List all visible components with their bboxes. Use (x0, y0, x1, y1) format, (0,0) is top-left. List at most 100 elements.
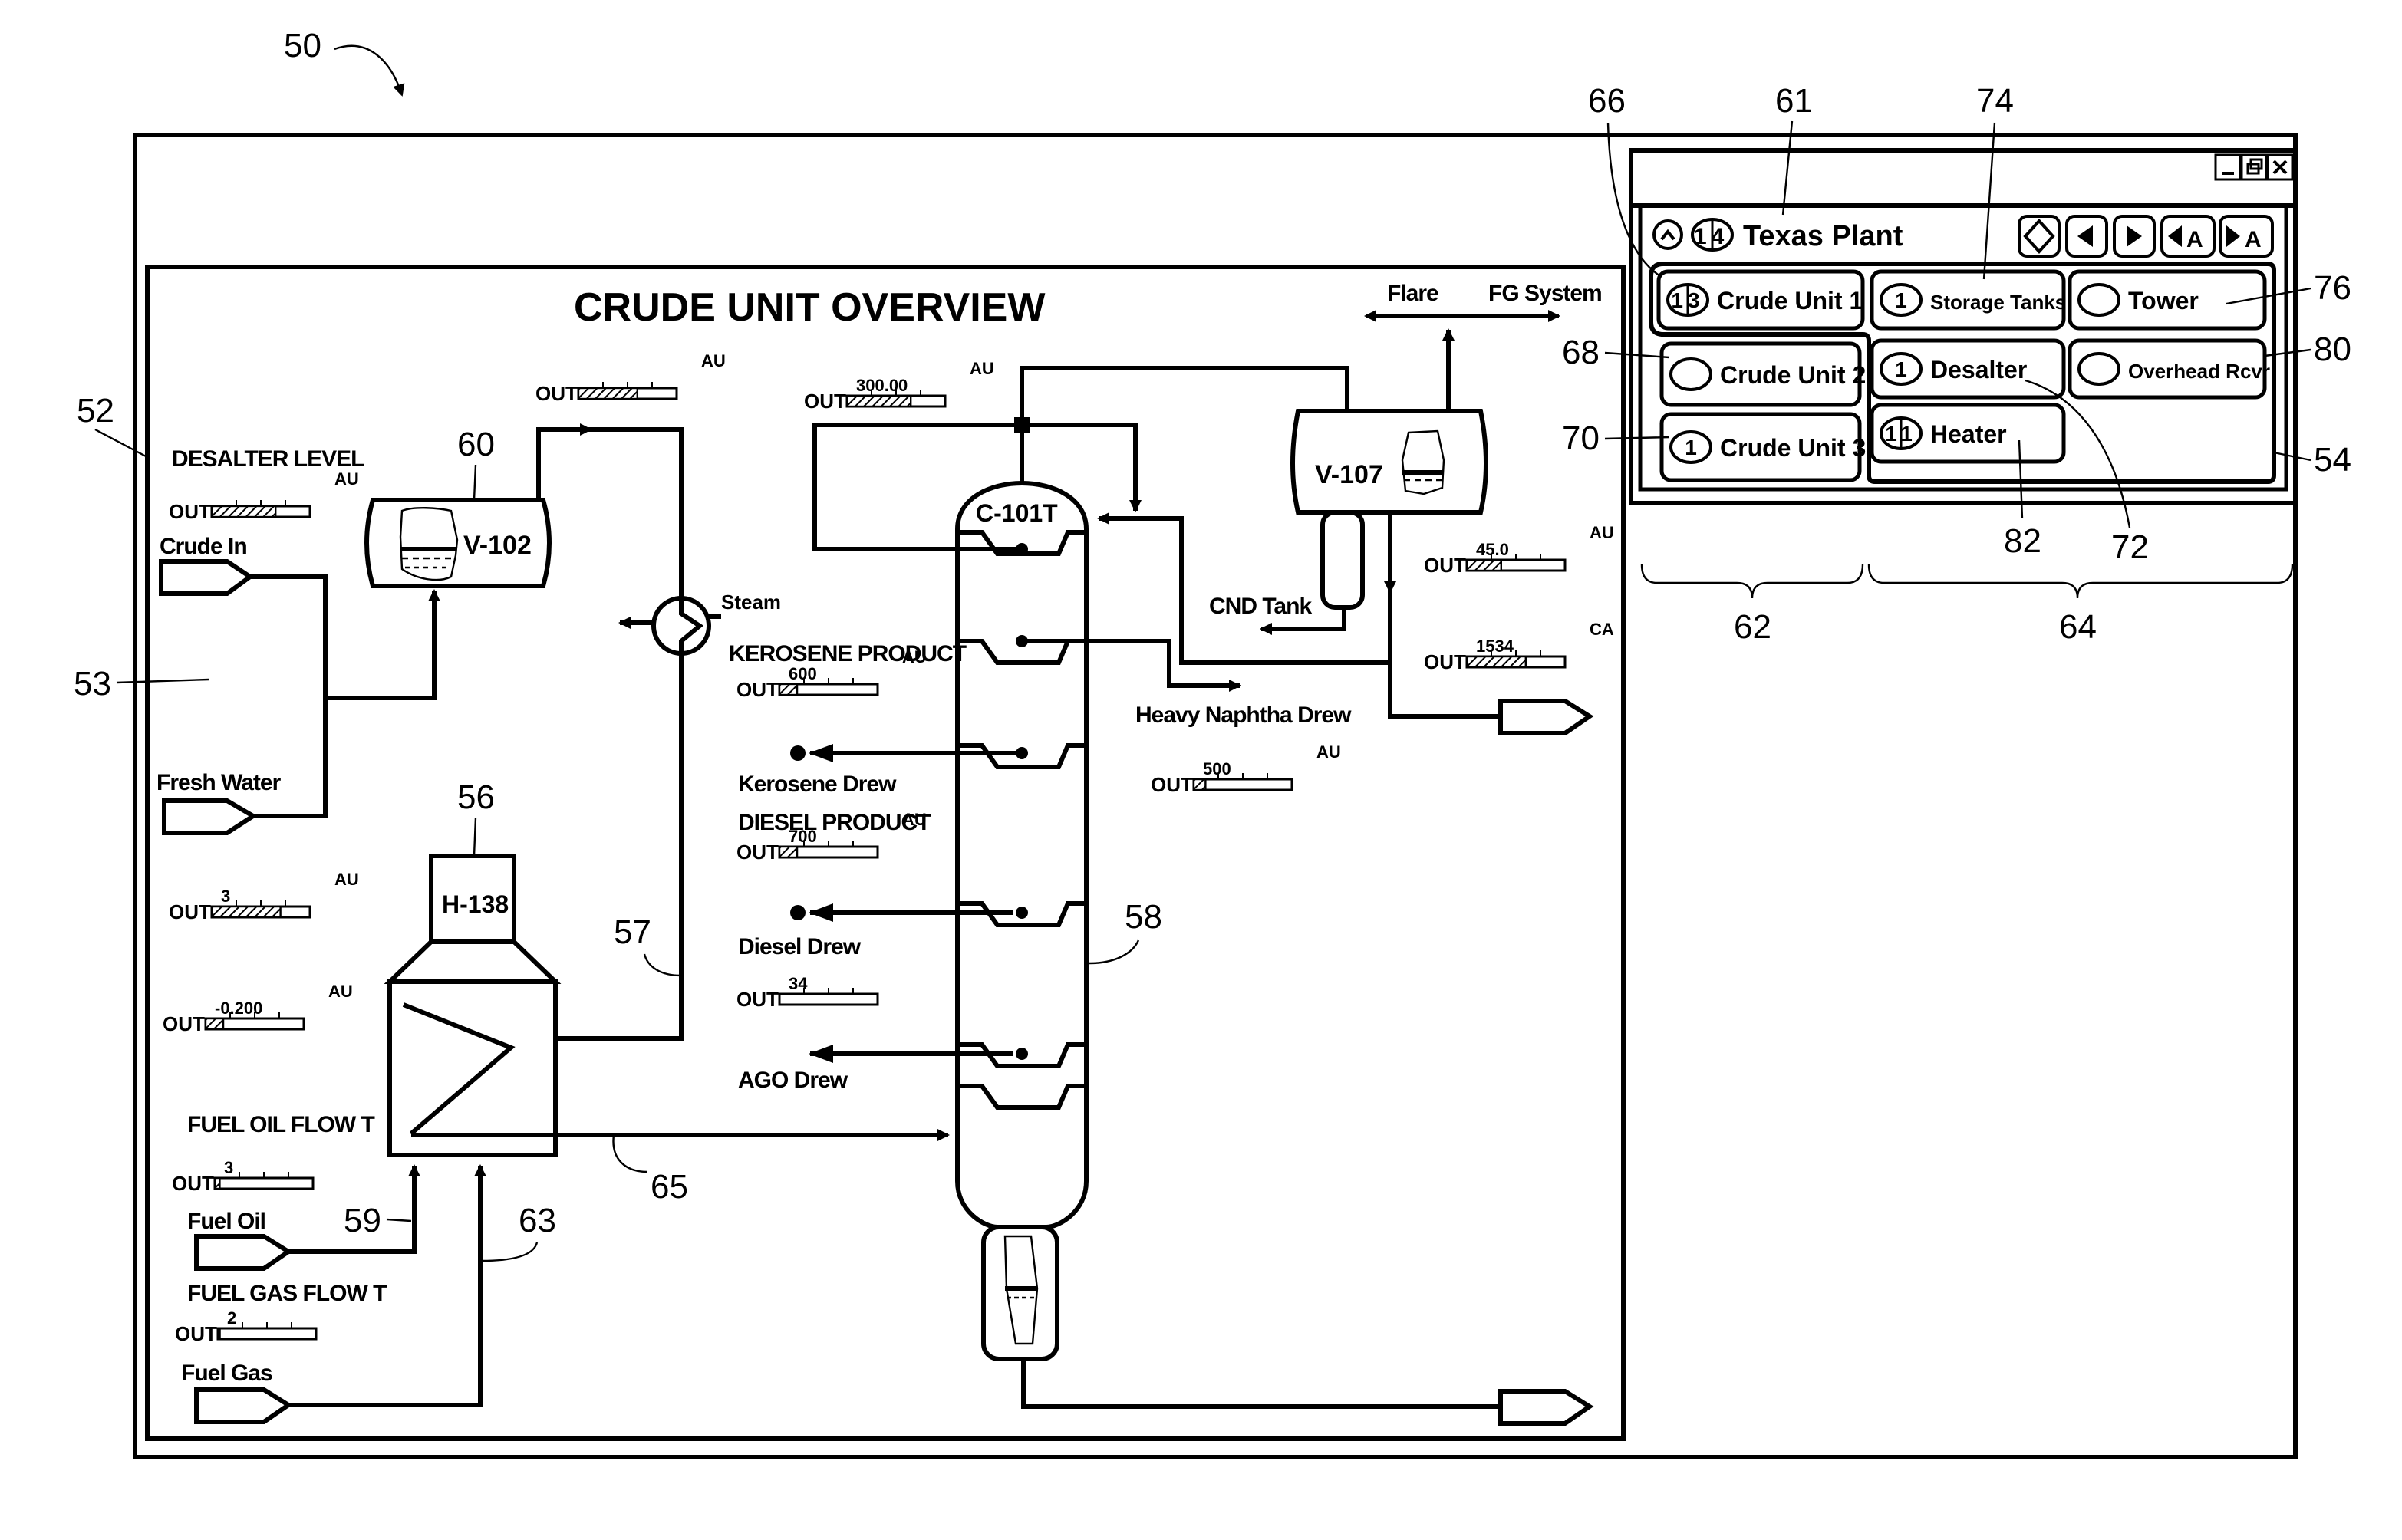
label-cnd-tank: CND Tank (1209, 594, 1312, 619)
plant-name[interactable]: Texas Plant (1743, 220, 1903, 252)
alarm-badge (2077, 283, 2120, 317)
label-crude-in: Crude In (160, 534, 247, 559)
gauge-prefix: OUT (535, 382, 578, 405)
ref-58: 58 (1125, 898, 1162, 936)
gauge-unit: AU (334, 469, 359, 489)
desalter-button[interactable]: 1 Desalter (1870, 338, 2066, 400)
gauge-v107-level: OUT 45.0 AU (1424, 523, 1614, 577)
diesel-endpoint (790, 905, 806, 920)
gauge-prefix: OUT (169, 900, 211, 923)
crude-unit-1-button[interactable]: 13 Crude Unit 1 (1656, 269, 1865, 331)
overhead-rcvr-button[interactable]: Overhead Rcvr (2068, 338, 2270, 400)
heater-button[interactable]: 11 Heater (1870, 403, 2066, 464)
v107-tag: V-107 (1315, 460, 1383, 489)
label-fg-system: FG System (1488, 281, 1602, 306)
gauge-desalter-level: OUT AU (169, 469, 359, 523)
mix-line (325, 589, 440, 700)
gauge-naphtha: OUT 500 AU (1151, 742, 1341, 796)
gauge-prefix: OUT (175, 1322, 217, 1345)
button-label: Overhead Rcvr (2128, 360, 2270, 383)
gauge-value: 300.00 (856, 376, 908, 395)
gauge-fill (1465, 558, 1502, 572)
v107-boot (1320, 510, 1365, 610)
ref-72: 72 (2111, 528, 2149, 566)
gauge-value: 2 (227, 1308, 236, 1328)
home-diamond-button[interactable] (2018, 215, 2061, 258)
minimize-button[interactable] (2214, 153, 2242, 181)
gauge-value: 700 (789, 827, 817, 846)
collapse-button[interactable] (1652, 219, 1683, 250)
gauge-fill (210, 505, 277, 518)
label-fuel-gas-flow: FUEL GAS FLOW T (187, 1281, 387, 1306)
fuel-oil-connector[interactable] (194, 1234, 293, 1271)
ref-60-leader (473, 464, 477, 501)
bottoms-connector[interactable] (1498, 1389, 1594, 1426)
next-alarm-label: A (2245, 227, 2262, 252)
kerosene-endpoint (790, 745, 806, 761)
previous-button[interactable] (2065, 215, 2108, 258)
ref-65-leader (612, 1134, 648, 1173)
ref-60: 60 (457, 426, 495, 463)
gauge-fuel-gas: OUT 2 (175, 1308, 318, 1345)
fresh-water-connector[interactable] (162, 798, 258, 835)
gauge-value: 1534 (1476, 637, 1514, 656)
fuel-gas-connector[interactable] (194, 1387, 293, 1424)
crude-unit-3-button[interactable]: 1 Crude Unit 3 (1659, 412, 1866, 482)
gauge-value: 500 (1203, 759, 1231, 778)
ref-56: 56 (457, 778, 495, 816)
badge-count: 1 (1895, 288, 1907, 312)
ref-52-leader (94, 428, 148, 459)
gauge-fill (778, 845, 799, 859)
ref-53-leader (116, 678, 209, 684)
ref-50-arrow (334, 44, 405, 97)
gauge-fill (778, 683, 799, 696)
product-connector[interactable] (1498, 699, 1594, 735)
gauge-prefix: OUT (169, 500, 211, 523)
gauge-value: 600 (789, 664, 817, 683)
close-button[interactable] (2266, 153, 2294, 181)
gauge-track (213, 1176, 315, 1190)
prev-alarm-label: A (2186, 227, 2203, 252)
next-alarm-button[interactable]: A (2219, 215, 2274, 258)
storage-tanks-button[interactable]: 1 Storage Tanks (1870, 269, 2066, 331)
gauge-fill (1465, 655, 1527, 669)
column-c101t[interactable] (955, 481, 1089, 1229)
gauge-fill (1192, 778, 1207, 791)
button-label: Crude Unit 1 (1717, 287, 1863, 314)
next-button[interactable] (2113, 215, 2156, 258)
draw-nozzle (1016, 1048, 1028, 1060)
button-label: Crude Unit 2 (1720, 361, 1866, 389)
tower-button[interactable]: Tower (2068, 269, 2267, 331)
gauge-unit: AU (902, 810, 927, 829)
gauge-fill (577, 387, 639, 400)
v102-outlet (536, 423, 592, 500)
gauge-fill (845, 394, 912, 408)
gauge-value: 3 (224, 1158, 233, 1177)
ref-61: 61 (1775, 82, 1813, 120)
gauge-unit: AU (701, 351, 726, 370)
button-label: Tower (2128, 287, 2199, 314)
ref-52: 52 (77, 392, 114, 429)
label-fresh-water: Fresh Water (157, 770, 282, 795)
ref-57: 57 (614, 913, 651, 951)
alarm-badge (1669, 357, 1712, 391)
crude-unit-2-button[interactable]: Crude Unit 2 (1659, 341, 1866, 407)
crude-in-connector[interactable] (159, 559, 255, 596)
ref-56-leader (473, 817, 477, 857)
ref-64: 64 (2059, 608, 2097, 646)
patent-figure: 50 CRUDE UNIT OVERVIEW 52 53 DESALTER LE… (74, 27, 2351, 1459)
previous-alarm-button[interactable]: A (2160, 215, 2216, 258)
gauge-ago: OUT 34 (736, 974, 879, 1011)
ref-82: 82 (2004, 522, 2041, 560)
h138-tag: H-138 (442, 890, 509, 918)
gauge-fill (210, 905, 282, 919)
gauge-value: 45.0 (1476, 540, 1509, 559)
restore-button[interactable] (2240, 153, 2268, 181)
label-heavy-naphtha: Heavy Naphtha Drew (1135, 703, 1352, 728)
gauge-track (216, 1327, 318, 1341)
ref-63: 63 (519, 1202, 556, 1239)
ref-66: 66 (1588, 82, 1626, 120)
gauge-prefix: OUT (804, 390, 846, 413)
ref-58-leader (1089, 939, 1140, 965)
ref-50: 50 (284, 27, 321, 64)
